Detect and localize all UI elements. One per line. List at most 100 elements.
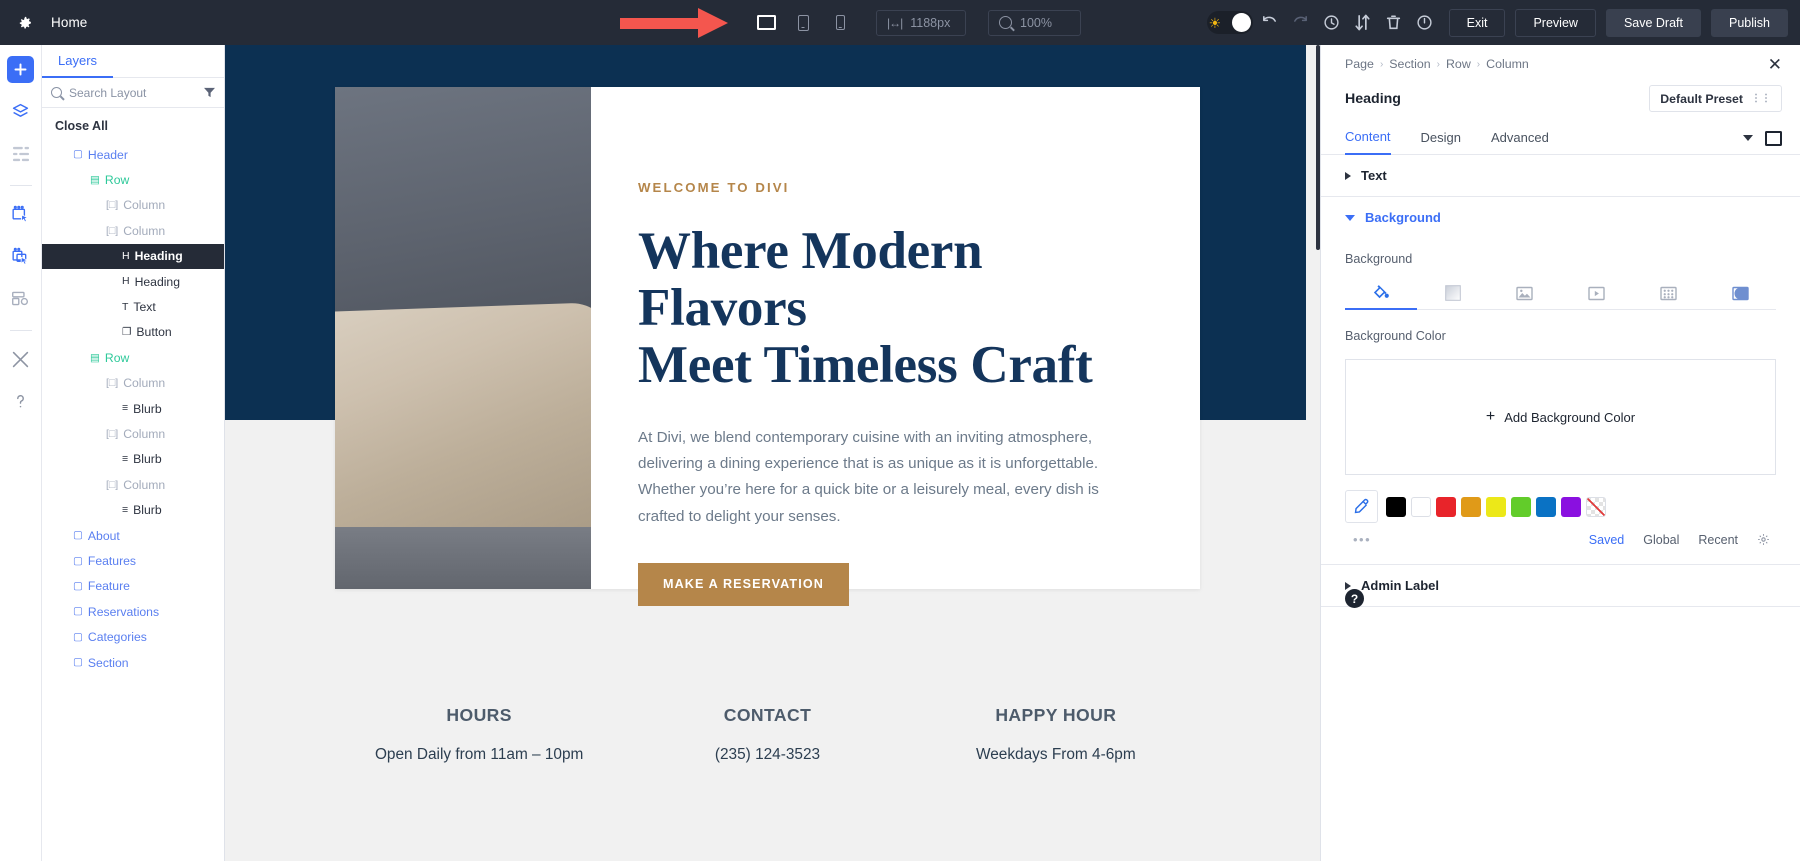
save-draft-button[interactable]: Save Draft (1605, 8, 1701, 37)
funnel-icon[interactable] (204, 87, 215, 98)
layer-row-column[interactable]: [□] Column (42, 193, 224, 218)
blurb-icon: ≡ (122, 503, 129, 516)
layer-row-column[interactable]: [□] Column (42, 371, 224, 396)
swatch-red[interactable] (1436, 496, 1456, 517)
swatch-orange[interactable] (1461, 496, 1481, 517)
multiselect-button[interactable] (7, 243, 34, 270)
layer-row-categories[interactable]: ▢ Categories (42, 624, 224, 649)
help-button[interactable] (7, 388, 34, 415)
history-clock-icon[interactable] (1317, 0, 1346, 45)
layer-row-reservations[interactable]: ▢ Reservations (42, 599, 224, 624)
tab-advanced[interactable]: Advanced (1491, 130, 1549, 154)
make-reservation-button[interactable]: MAKE A RESERVATION (638, 562, 849, 606)
search-layout-row[interactable]: Search Layout (42, 78, 224, 108)
layer-row-blurb[interactable]: ≡ Blurb (42, 497, 224, 522)
expand-square-icon[interactable] (1765, 130, 1782, 146)
layer-row-column[interactable]: [□] Column (42, 218, 224, 243)
preview-button[interactable]: Preview (1515, 8, 1596, 37)
layer-row-section[interactable]: ▢ Section (42, 650, 224, 675)
hero-heading[interactable]: Where Modern Flavors Meet Timeless Craft (638, 222, 1136, 395)
info-column-value: Open Daily from 11am – 10pm (374, 746, 584, 763)
bg-mask-tab[interactable] (1704, 277, 1776, 309)
layer-row-row[interactable]: ▤ Row (42, 167, 224, 192)
swatch-white[interactable] (1411, 496, 1431, 517)
layer-row-features[interactable]: ▢ Features (42, 548, 224, 573)
search-input[interactable]: Search Layout (69, 86, 197, 100)
sort-icon[interactable] (1348, 0, 1377, 45)
layer-row-about[interactable]: ▢ About (42, 523, 224, 548)
undo-icon[interactable] (1255, 0, 1284, 45)
tab-content[interactable]: Content (1345, 129, 1391, 155)
tab-layers[interactable]: Layers (42, 45, 114, 78)
layer-row-column[interactable]: [□] Column (42, 472, 224, 497)
exit-button[interactable]: Exit (1448, 8, 1506, 37)
swatch-transparent[interactable] (1586, 496, 1606, 517)
gear-icon[interactable] (13, 12, 35, 34)
swatch-blue[interactable] (1536, 496, 1556, 517)
breadcrumb-item-page[interactable]: Page (1345, 57, 1374, 71)
palette-recent[interactable]: Recent (1698, 533, 1738, 547)
power-icon[interactable] (1410, 0, 1439, 45)
swatch-yellow[interactable] (1486, 496, 1506, 517)
accordion-background[interactable]: Background (1321, 197, 1800, 238)
swatch-black[interactable] (1386, 496, 1406, 517)
wireframe-button[interactable] (7, 285, 34, 312)
layer-row-text[interactable]: T Text (42, 294, 224, 319)
close-icon[interactable]: ✕ (1768, 56, 1782, 73)
search-icon (51, 87, 62, 98)
palette-saved[interactable]: Saved (1589, 533, 1624, 547)
hero-card[interactable]: WELCOME TO DIVI Where Modern Flavors Mee… (335, 87, 1200, 606)
chevron-down-icon[interactable] (1743, 135, 1753, 141)
layer-row-feature[interactable]: ▢ Feature (42, 574, 224, 599)
accordion-text[interactable]: Text (1321, 155, 1800, 197)
hero-paragraph[interactable]: At Divi, we blend contemporary cuisine w… (638, 425, 1136, 530)
layer-row-heading[interactable]: H Heading (42, 243, 224, 269)
list-view-button[interactable] (7, 140, 34, 167)
breadcrumb-item-section[interactable]: Section (1389, 57, 1430, 71)
tab-design[interactable]: Design (1421, 130, 1461, 154)
layer-row-blurb[interactable]: ≡ Blurb (42, 396, 224, 421)
trash-icon[interactable] (1379, 0, 1408, 45)
layer-row-button[interactable]: ❐ Button (42, 320, 224, 345)
desktop-view-button[interactable] (752, 9, 780, 37)
redo-icon[interactable] (1286, 0, 1315, 45)
layer-row-header[interactable]: ▢ Header (42, 142, 224, 167)
add-module-button[interactable] (7, 56, 34, 83)
palette-settings-gear-icon[interactable] (1757, 533, 1770, 546)
layer-row-row[interactable]: ▤ Row (42, 345, 224, 370)
phone-view-button[interactable] (826, 9, 854, 37)
accordion-admin-label[interactable]: Admin Label (1321, 565, 1800, 607)
palette-global[interactable]: Global (1643, 533, 1679, 547)
layer-row-heading[interactable]: H Heading (42, 269, 224, 294)
publish-button[interactable]: Publish (1711, 8, 1788, 37)
layer-row-blurb[interactable]: ≡ Blurb (42, 447, 224, 472)
more-dots-icon[interactable]: ••• (1353, 532, 1371, 547)
add-background-color-button[interactable]: + Add Background Color (1345, 359, 1776, 475)
layer-row-column[interactable]: [□] Column (42, 421, 224, 446)
zoom-level-field[interactable]: 100% (988, 9, 1081, 36)
bg-gradient-tab[interactable] (1417, 277, 1489, 309)
breadcrumb-item-column[interactable]: Column (1486, 57, 1529, 71)
question-mark-icon[interactable]: ? (1345, 589, 1364, 608)
light-dark-toggle[interactable]: ☀ (1206, 11, 1253, 34)
layers-button[interactable] (7, 98, 34, 125)
bg-color-tab[interactable] (1345, 278, 1417, 310)
bg-video-tab[interactable] (1560, 277, 1632, 309)
select-button[interactable] (7, 201, 34, 228)
hero-text-column: WELCOME TO DIVI Where Modern Flavors Mee… (591, 87, 1200, 606)
palette-links: Saved Global Recent (1589, 533, 1776, 547)
tools-button[interactable] (7, 346, 34, 373)
add-background-color-label: Add Background Color (1504, 409, 1636, 425)
viewport-width-field[interactable]: |↔| 1188px (876, 9, 966, 36)
close-all-button[interactable]: Close All (42, 108, 224, 142)
panel-scrollbar[interactable] (1316, 45, 1320, 250)
swatch-purple[interactable] (1561, 496, 1581, 517)
tablet-view-button[interactable] (789, 9, 817, 37)
bg-image-tab[interactable] (1489, 277, 1561, 309)
swatch-green[interactable] (1511, 496, 1531, 517)
eyedropper-icon[interactable] (1345, 490, 1378, 523)
hero-eyebrow[interactable]: WELCOME TO DIVI (638, 180, 1136, 195)
breadcrumb-item-row[interactable]: Row (1446, 57, 1471, 71)
bg-pattern-tab[interactable] (1632, 277, 1704, 309)
preset-selector[interactable]: Default Preset ⋮⋮ (1649, 85, 1782, 112)
